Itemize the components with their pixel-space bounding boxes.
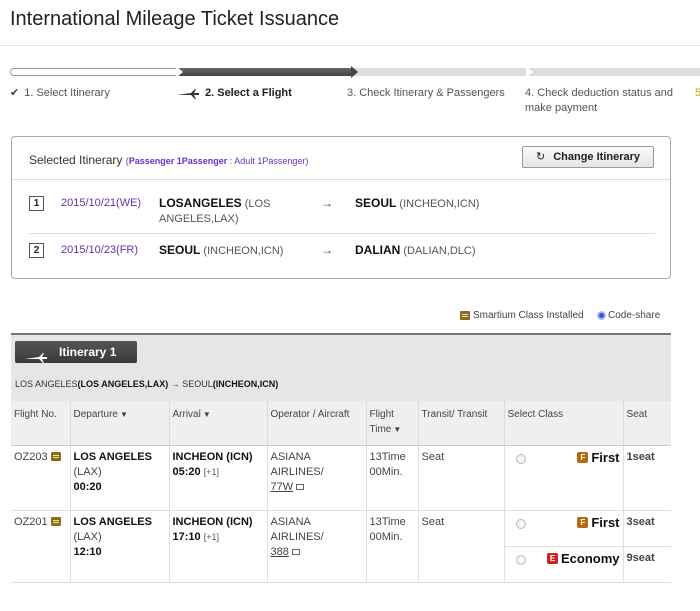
step-select-flight: 2. Select a Flight: [177, 86, 292, 101]
sort-down-icon: ▼: [202, 410, 211, 419]
step-check-itinerary: 3. Check Itinerary & Passengers: [347, 87, 505, 99]
popup-icon[interactable]: [296, 483, 305, 490]
codeshare-icon: [597, 310, 606, 320]
class-radio[interactable]: [515, 518, 526, 529]
smartium-icon: [460, 310, 470, 320]
smartium-icon: [50, 452, 61, 462]
step-select-itinerary: ✔ 1. Select Itinerary: [10, 87, 110, 99]
progress-bar: [10, 66, 700, 78]
flights-table: Flight No. Departure ▼ Arrival ▼ Operator …: [11, 401, 671, 583]
passenger-summary: (Passenger 1Passenger : Adult 1Passenger…: [125, 156, 309, 166]
arrow-right-icon: →: [321, 243, 333, 257]
col-select-class: Select Class: [504, 401, 624, 446]
itinerary-panel: Itinerary 1 LOS ANGELES(LOS ANGELES,LAX)…: [11, 333, 671, 401]
airplane-icon: [25, 348, 47, 363]
sort-down-icon: ▼: [119, 410, 128, 419]
popup-icon[interactable]: [291, 548, 300, 555]
airplane-icon: [177, 89, 199, 100]
first-class-badge: F: [577, 451, 589, 463]
table-header-row: Flight No. Departure ▼ Arrival ▼ Operator …: [11, 401, 671, 446]
refresh-icon: ↻: [535, 151, 546, 163]
page-title: International Mileage Ticket Issuance: [10, 8, 340, 30]
class-radio[interactable]: [515, 453, 526, 464]
itinerary-row: 2 2015/10/23(FR) SEOUL (INCHEON,ICN) → D…: [29, 241, 655, 263]
arrow-right-icon: →: [321, 196, 333, 210]
table-row: OZ201 LOS ANGELES (LAX) 12:10 INCHEON (ICN…: [11, 510, 671, 583]
step-payment: 4. Check deduction status and make payme…: [525, 87, 673, 114]
change-itinerary-button[interactable]: ↻ Change Itinerary: [522, 146, 654, 168]
selected-itinerary-box: Selected Itinerary (Passenger 1Passenger…: [11, 136, 671, 279]
col-departure-sort[interactable]: Departure ▼: [70, 401, 170, 446]
smartium-icon: [50, 517, 61, 527]
step-overflow: 5: [695, 87, 700, 99]
col-transit: Transit/ Transit: [418, 401, 505, 446]
col-flight-time-sort[interactable]: Flight Time ▼: [366, 401, 419, 446]
check-icon: ✔: [10, 87, 20, 99]
selected-itinerary-heading: Selected Itinerary (Passenger 1Passenger…: [29, 153, 309, 167]
economy-class-badge: E: [546, 552, 558, 564]
title-divider: [0, 45, 700, 46]
legend-codeshare: Code-share: [597, 310, 660, 321]
first-class-badge: F: [577, 516, 589, 528]
route-summary: LOS ANGELES(LOS ANGELES,LAX) → SEOUL(INC…: [15, 379, 279, 389]
col-flight-no: Flight No.: [11, 401, 71, 446]
table-row: OZ203 LOS ANGELES (LAX) 00:20 INCHEON (ICN…: [11, 445, 671, 511]
class-radio[interactable]: [515, 554, 526, 565]
aircraft-link[interactable]: 77W: [271, 481, 294, 493]
aircraft-link[interactable]: 388: [271, 546, 289, 558]
legend-smartium: Smartium Class Installed: [460, 310, 584, 321]
itinerary-tab[interactable]: Itinerary 1: [15, 341, 137, 363]
itinerary-row: 1 2015/10/21(WE) LOSANGELES (LOS ANGELES…: [29, 194, 655, 234]
sort-down-icon: ▼: [393, 425, 402, 434]
col-arrival-sort[interactable]: Arrival ▼: [169, 401, 268, 446]
col-seat: Seat: [623, 401, 671, 446]
col-operator: Operator / Aircraft: [267, 401, 367, 446]
